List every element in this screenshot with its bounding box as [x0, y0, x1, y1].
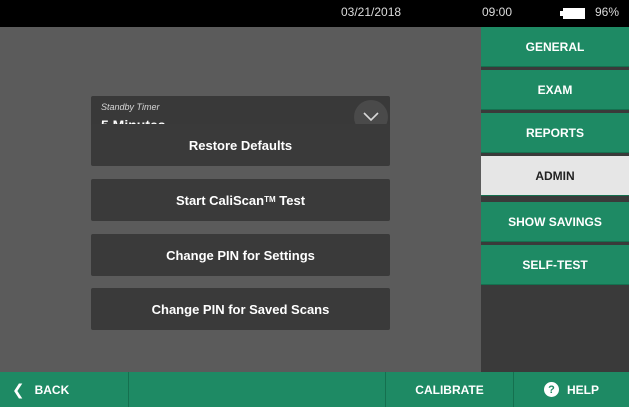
standby-timer-label: Standby Timer: [101, 102, 160, 112]
help-circle-icon: ?: [543, 382, 559, 397]
footer-bar: ❮ BACK CALIBRATE ? HELP: [0, 372, 629, 407]
tab-general[interactable]: GENERAL: [481, 27, 629, 67]
settings-panel: Standby Timer 5 Minutes Restore Defaults…: [0, 27, 481, 372]
settings-sidebar: GENERAL EXAM REPORTS ADMIN SHOW SAVINGS …: [481, 27, 629, 372]
tab-self-test[interactable]: SELF-TEST: [481, 245, 629, 285]
restore-defaults-button[interactable]: Restore Defaults: [91, 124, 390, 166]
tab-admin[interactable]: ADMIN: [481, 156, 629, 196]
tab-exam[interactable]: EXAM: [481, 70, 629, 110]
calibrate-label: CALIBRATE: [415, 382, 484, 397]
help-label: HELP: [566, 382, 599, 397]
tab-show-savings[interactable]: SHOW SAVINGS: [481, 202, 629, 242]
status-time: 09:00: [482, 5, 513, 19]
trademark-mark: TM: [264, 194, 276, 204]
calibrate-button[interactable]: CALIBRATE: [386, 372, 513, 407]
footer-divider: [128, 372, 129, 407]
change-pin-settings-button[interactable]: Change PIN for Settings: [91, 234, 390, 276]
status-bar: 03/21/2018 09:00 96%: [0, 0, 629, 27]
start-caliscan-label: Start CaliScan: [175, 192, 265, 208]
help-button[interactable]: ? HELP: [514, 372, 629, 407]
chevron-down-icon-graphic: [363, 112, 379, 122]
change-pin-saved-scans-button[interactable]: Change PIN for Saved Scans: [91, 288, 390, 330]
back-label: BACK: [34, 382, 70, 397]
tab-reports[interactable]: REPORTS: [481, 113, 629, 153]
battery-percent: 96%: [595, 5, 620, 19]
status-date: 03/21/2018: [341, 5, 402, 19]
start-caliscan-suffix: Test: [275, 192, 306, 208]
battery-icon: [560, 8, 585, 19]
chevron-left-icon: ❮: [12, 381, 25, 399]
back-button[interactable]: ❮ BACK: [0, 372, 128, 407]
start-caliscan-test-button[interactable]: Start CaliScan TM Test: [91, 179, 390, 221]
